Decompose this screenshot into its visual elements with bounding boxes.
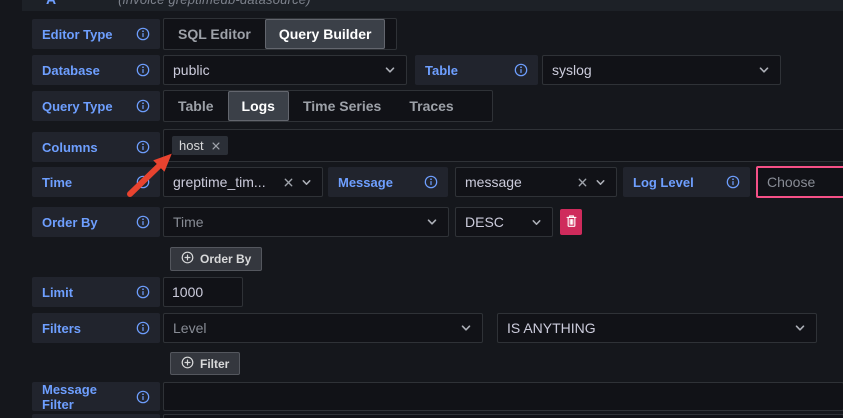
time-label-text: Time (42, 175, 72, 190)
info-icon[interactable] (136, 285, 150, 299)
clipped-next-row-input (163, 414, 843, 418)
query-type-label: Query Type (32, 91, 160, 121)
chevron-down-icon (425, 215, 439, 229)
editor-type-label: Editor Type (32, 19, 160, 49)
trash-icon (565, 214, 578, 231)
add-order-by-label: Order By (200, 252, 251, 266)
filter-operator-select[interactable]: IS ANYTHING (497, 313, 817, 343)
limit-label-text: Limit (42, 285, 73, 300)
add-filter-label: Filter (200, 357, 229, 371)
time-column-select[interactable]: greptime_tim... (163, 167, 323, 197)
editor-type-label-text: Editor Type (42, 27, 113, 42)
message-column-select[interactable]: message (455, 167, 617, 197)
message-filter-label-text: Message Filter (42, 382, 128, 412)
filters-label-text: Filters (42, 321, 81, 336)
time-column-value: greptime_tim... (173, 174, 277, 190)
message-column-value: message (465, 174, 571, 190)
order-by-column-select[interactable]: Time (163, 207, 449, 237)
table-label-text: Table (425, 63, 458, 78)
add-filter-button[interactable]: Filter (170, 352, 240, 375)
column-chip-label: host (179, 138, 204, 153)
editor-type-option-sql-editor[interactable]: SQL Editor (164, 19, 265, 49)
info-icon[interactable] (136, 99, 150, 113)
close-icon[interactable] (577, 177, 588, 188)
database-value: public (173, 62, 377, 78)
filters-label: Filters (32, 313, 160, 343)
query-type-radio-group: Table Logs Time Series Traces (163, 90, 493, 122)
query-row-header: A (invoice greptimedb-datasource) (22, 0, 843, 11)
info-icon[interactable] (136, 390, 150, 404)
table-label: Table (415, 55, 538, 85)
database-label: Database (32, 55, 160, 85)
columns-label-text: Columns (42, 140, 98, 155)
close-icon[interactable] (283, 177, 294, 188)
log-level-select[interactable]: Choose (756, 166, 843, 198)
plus-circle-icon (181, 251, 194, 267)
log-level-label: Log Level (623, 167, 750, 197)
query-type-label-text: Query Type (42, 99, 113, 114)
limit-input[interactable] (163, 277, 243, 307)
time-label: Time (32, 167, 160, 197)
log-level-label-text: Log Level (633, 175, 694, 190)
chevron-down-icon (757, 63, 771, 77)
order-by-label-text: Order By (42, 215, 98, 230)
column-chip-host: host (172, 136, 228, 155)
columns-multiselect-input[interactable]: host (163, 129, 843, 162)
filter-operator-value: IS ANYTHING (507, 320, 787, 336)
info-icon[interactable] (424, 175, 438, 189)
message-filter-label: Message Filter (32, 382, 160, 411)
query-ref-id: A (46, 0, 56, 7)
add-order-by-button[interactable]: Order By (170, 247, 262, 271)
remove-order-by-button[interactable] (560, 209, 582, 235)
order-by-direction-value: DESC (465, 214, 524, 230)
info-icon[interactable] (136, 63, 150, 77)
greptimedb-query-editor: A (invoice greptimedb-datasource) Editor… (0, 0, 843, 418)
chevron-down-icon (530, 216, 543, 229)
query-type-option-logs[interactable]: Logs (228, 91, 289, 121)
limit-label: Limit (32, 277, 160, 307)
plus-circle-icon (181, 356, 194, 372)
chevron-down-icon (300, 176, 313, 189)
message-label-text: Message (338, 175, 393, 190)
chevron-down-icon (383, 63, 397, 77)
info-icon[interactable] (726, 175, 740, 189)
table-select[interactable]: syslog (542, 55, 781, 85)
order-by-column-placeholder: Time (173, 214, 419, 230)
database-label-text: Database (42, 63, 100, 78)
filter-column-placeholder: Level (173, 320, 453, 336)
chevron-down-icon (459, 321, 473, 335)
order-by-label: Order By (32, 207, 160, 237)
chevron-down-icon (594, 176, 607, 189)
info-icon[interactable] (136, 140, 150, 154)
info-icon[interactable] (514, 63, 528, 77)
query-type-option-table[interactable]: Table (164, 91, 228, 121)
log-level-placeholder: Choose (767, 174, 843, 190)
editor-type-option-query-builder[interactable]: Query Builder (265, 19, 386, 49)
database-select[interactable]: public (163, 55, 407, 85)
message-label: Message (328, 167, 448, 197)
columns-label: Columns (32, 132, 160, 162)
close-icon[interactable] (211, 141, 221, 151)
filter-column-select[interactable]: Level (163, 313, 483, 343)
table-value: syslog (552, 62, 751, 78)
info-icon[interactable] (136, 175, 150, 189)
info-icon[interactable] (136, 215, 150, 229)
info-icon[interactable] (136, 321, 150, 335)
query-type-option-traces[interactable]: Traces (395, 91, 467, 121)
order-by-direction-select[interactable]: DESC (455, 207, 553, 237)
message-filter-input[interactable] (163, 382, 843, 411)
datasource-note: (invoice greptimedb-datasource) (118, 0, 311, 7)
query-type-option-time-series[interactable]: Time Series (289, 91, 395, 121)
chevron-down-icon (793, 321, 807, 335)
info-icon[interactable] (136, 27, 150, 41)
editor-type-radio-group: SQL Editor Query Builder (163, 18, 397, 50)
clipped-next-row-label (32, 414, 160, 418)
